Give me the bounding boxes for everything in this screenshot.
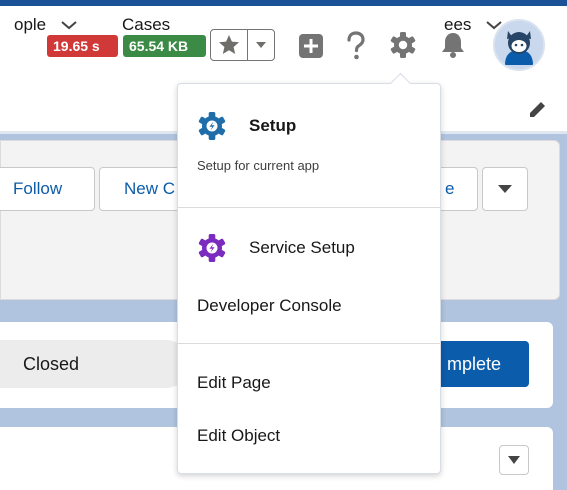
more-actions-button[interactable] (482, 167, 528, 211)
edit-object-label: Edit Object (197, 426, 281, 445)
setup-button[interactable] (387, 29, 419, 61)
action-label: e (445, 179, 455, 198)
path-step-closed[interactable]: Closed (0, 340, 190, 388)
chevron-down-icon (508, 456, 520, 464)
global-actions-button[interactable] (296, 31, 326, 61)
favorite-button[interactable] (211, 30, 248, 60)
favorites-menu-button[interactable] (247, 30, 274, 60)
pencil-icon (530, 102, 545, 117)
chevron-down-icon (486, 21, 503, 30)
nav-item-cases[interactable]: Cases (122, 0, 170, 50)
chevron-down-icon (61, 21, 77, 30)
setup-subtitle-text: Setup for current app (197, 157, 320, 173)
card-menu-button[interactable] (499, 445, 529, 475)
app-page: 19.65 s 65.54 KB ople Cases ees Follow N… (0, 0, 567, 490)
menu-divider (178, 207, 440, 208)
mark-complete-label: mplete (446, 353, 501, 374)
setup-title: Setup (249, 116, 297, 135)
edit-page-label: Edit Page (197, 373, 271, 392)
nav-item-employees[interactable]: ees (444, 0, 503, 50)
follow-label: Follow (13, 179, 63, 198)
plus-icon (299, 34, 323, 58)
chevron-down-icon (255, 42, 266, 48)
setup-gear-icon (197, 111, 227, 141)
nav-item-people[interactable]: ople (14, 0, 78, 50)
follow-button[interactable]: Follow (0, 167, 95, 211)
menu-item-service-setup[interactable]: Service Setup (178, 226, 440, 270)
menu-item-setup[interactable]: Setup (178, 104, 440, 148)
chevron-down-icon (498, 185, 512, 193)
star-icon (219, 35, 239, 54)
setup-subtitle: Setup for current app (178, 155, 440, 175)
favorites-group (210, 29, 275, 61)
menu-divider (178, 343, 440, 344)
developer-console-label: Developer Console (197, 296, 342, 315)
menu-item-edit-object[interactable]: Edit Object (178, 416, 440, 456)
menu-item-edit-page[interactable]: Edit Page (178, 363, 440, 403)
nav-item-label: ople (14, 15, 47, 34)
nav-item-label: ees (444, 15, 472, 34)
gear-icon (390, 32, 416, 58)
new-label: New C (124, 179, 176, 198)
nav-item-label: Cases (122, 15, 171, 34)
menu-item-developer-console[interactable]: Developer Console (178, 286, 440, 326)
service-setup-label: Service Setup (249, 238, 355, 257)
service-setup-gear-icon (197, 233, 227, 263)
path-step-label: Closed (23, 353, 80, 374)
help-button[interactable] (342, 29, 370, 63)
edit-nav-button[interactable] (525, 98, 549, 122)
question-icon (347, 31, 365, 60)
